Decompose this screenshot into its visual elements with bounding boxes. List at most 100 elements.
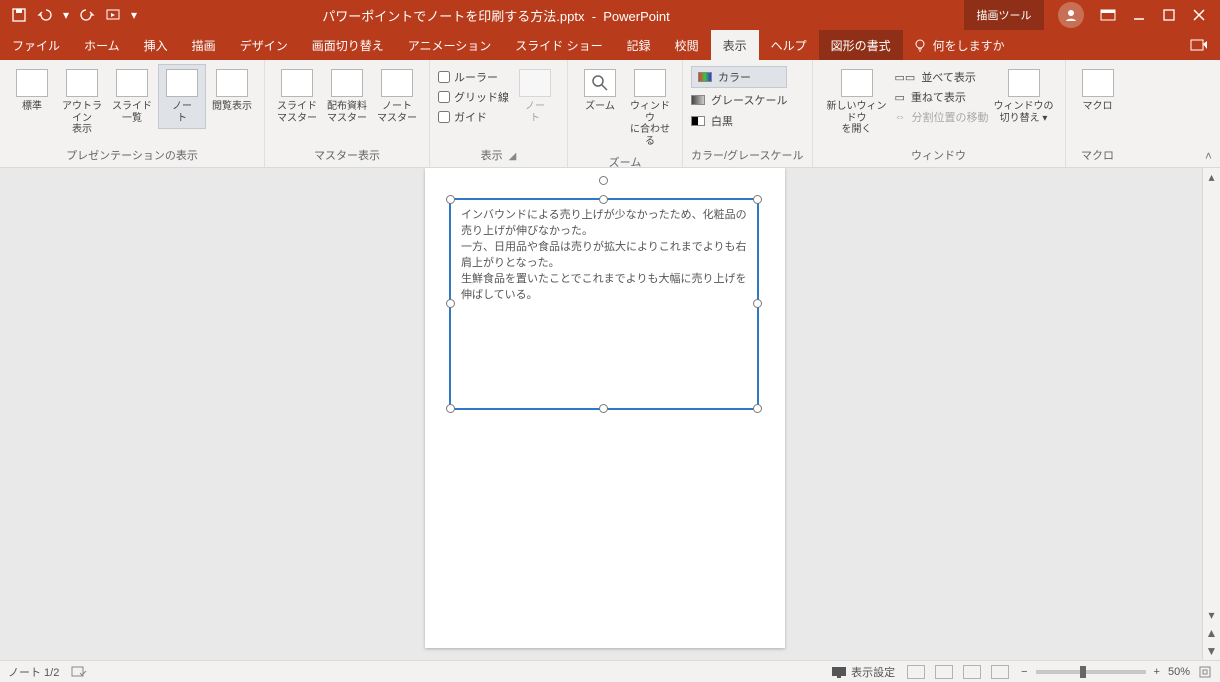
tab-help[interactable]: ヘルプ: [759, 30, 819, 60]
zoom-slider-thumb[interactable]: [1080, 666, 1086, 678]
show-dialog-launcher-icon[interactable]: ◢: [509, 151, 517, 162]
status-bar: ノート 1/2 表示設定 − + 50%: [0, 660, 1220, 682]
next-slide-icon[interactable]: ▼: [1203, 642, 1220, 660]
title-app: PowerPoint: [603, 9, 669, 24]
vertical-scrollbar[interactable]: ▴ ▾ ▲ ▼: [1202, 168, 1220, 660]
resize-handle-s[interactable]: [599, 404, 608, 413]
zoom-in-button[interactable]: +: [1154, 666, 1160, 678]
tab-view[interactable]: 表示: [711, 30, 759, 60]
autosave-icon[interactable]: [10, 6, 28, 24]
scroll-down-icon[interactable]: ▾: [1203, 606, 1220, 624]
resize-handle-se[interactable]: [753, 404, 762, 413]
zoom-percent[interactable]: 50%: [1168, 666, 1190, 678]
zoom-button[interactable]: ズーム: [576, 64, 624, 118]
view-sorter-icon[interactable]: [935, 665, 953, 679]
fit-to-window-button[interactable]: ウィンドウ に合わせる: [626, 64, 674, 152]
ribbon-display-options-icon[interactable]: [1100, 9, 1116, 21]
maximize-icon[interactable]: [1162, 8, 1176, 22]
view-reading-icon[interactable]: [963, 665, 981, 679]
resize-handle-w[interactable]: [446, 299, 455, 308]
resize-handle-ne[interactable]: [753, 195, 762, 204]
cascade-icon: ▭: [895, 91, 905, 104]
tell-me-label: 何をしますか: [933, 37, 1005, 54]
resize-handle-nw[interactable]: [446, 195, 455, 204]
view-normal-icon[interactable]: [907, 665, 925, 679]
tab-animations[interactable]: アニメーション: [396, 30, 504, 60]
page-indicator[interactable]: ノート 1/2: [8, 664, 59, 680]
ruler-checkbox[interactable]: ルーラー: [438, 68, 509, 86]
gridlines-checkbox[interactable]: グリッド線: [438, 88, 509, 106]
ribbon-tabs: ファイル ホーム 挿入 描画 デザイン 画面切り替え アニメーション スライド …: [0, 30, 1220, 60]
view-reading-button[interactable]: 閲覧表示: [208, 64, 256, 118]
group-show: ルーラー グリッド線 ガイド ノー ト 表示◢: [430, 60, 568, 167]
view-slideshow-icon[interactable]: [991, 665, 1009, 679]
tab-draw[interactable]: 描画: [180, 30, 228, 60]
macros-button[interactable]: マクロ: [1074, 64, 1122, 118]
tab-design[interactable]: デザイン: [228, 30, 300, 60]
share-icon[interactable]: [1190, 30, 1220, 60]
switch-windows-button[interactable]: ウィンドウの 切り替え ▾: [991, 64, 1057, 129]
move-split-button: ⇔分割位置の移動: [895, 108, 989, 126]
tab-review[interactable]: 校閲: [663, 30, 711, 60]
zoom-out-button[interactable]: −: [1021, 666, 1027, 678]
collapse-ribbon-icon[interactable]: ˄: [1205, 149, 1212, 163]
view-normal-button[interactable]: 標準: [8, 64, 56, 118]
tab-home[interactable]: ホーム: [72, 30, 132, 60]
minimize-icon[interactable]: [1132, 8, 1146, 22]
redo-icon[interactable]: [78, 6, 96, 24]
spellcheck-icon[interactable]: [71, 665, 87, 679]
color-button[interactable]: カラー: [691, 66, 787, 88]
tab-record[interactable]: 記録: [615, 30, 663, 60]
lightbulb-icon: [913, 38, 927, 52]
group-label-window: ウィンドウ: [821, 145, 1057, 167]
group-label-macros: マクロ: [1074, 145, 1122, 167]
editing-canvas[interactable]: インバウンドによる売り上げが少なかったため、化粧品の売り上げが伸びなかった。 一…: [0, 168, 1202, 660]
rotate-handle-icon[interactable]: [596, 168, 614, 170]
undo-dropdown-icon[interactable]: ▾: [62, 6, 70, 24]
notes-pane-button: ノー ト: [511, 64, 559, 129]
fit-window-icon[interactable]: [1198, 665, 1212, 679]
view-outline-button[interactable]: アウトライン 表示: [58, 64, 106, 141]
notes-textbox[interactable]: インバウンドによる売り上げが少なかったため、化粧品の売り上げが伸びなかった。 一…: [449, 198, 759, 410]
tab-file[interactable]: ファイル: [0, 30, 72, 60]
undo-icon[interactable]: [36, 6, 54, 24]
cascade-button[interactable]: ▭重ねて表示: [895, 88, 989, 106]
tab-shape-format[interactable]: 図形の書式: [819, 30, 903, 60]
display-settings-button[interactable]: 表示設定: [831, 664, 895, 680]
tab-insert[interactable]: 挿入: [132, 30, 180, 60]
rotate-handle[interactable]: [599, 176, 608, 185]
account-avatar-icon[interactable]: [1058, 2, 1084, 28]
notes-text[interactable]: インバウンドによる売り上げが少なかったため、化粧品の売り上げが伸びなかった。 一…: [451, 200, 757, 312]
tab-transitions[interactable]: 画面切り替え: [300, 30, 396, 60]
resize-handle-n[interactable]: [599, 195, 608, 204]
resize-handle-e[interactable]: [753, 299, 762, 308]
tab-slideshow[interactable]: スライド ショー: [503, 30, 614, 60]
grayscale-button[interactable]: グレースケール: [691, 91, 787, 109]
guides-checkbox[interactable]: ガイド: [438, 108, 509, 126]
title-sep: -: [588, 9, 603, 24]
resize-handle-sw[interactable]: [446, 404, 455, 413]
notes-page: インバウンドによる売り上げが少なかったため、化粧品の売り上げが伸びなかった。 一…: [425, 168, 785, 648]
group-presentation-views: 標準 アウトライン 表示 スライド 一覧 ノー ト 閲覧表示 プレゼンテーション…: [0, 60, 265, 167]
view-sorter-button[interactable]: スライド 一覧: [108, 64, 156, 129]
ribbon: 標準 アウトライン 表示 スライド 一覧 ノー ト 閲覧表示 プレゼンテーション…: [0, 60, 1220, 168]
group-label-show: 表示◢: [438, 145, 559, 167]
scroll-up-icon[interactable]: ▴: [1203, 168, 1220, 186]
view-notes-page-button[interactable]: ノー ト: [158, 64, 206, 129]
group-macros: マクロ マクロ: [1066, 60, 1130, 167]
zoom-slider[interactable]: [1036, 670, 1146, 674]
arrange-all-button[interactable]: ▭▭並べて表示: [895, 68, 989, 86]
group-label-master-views: マスター表示: [273, 145, 421, 167]
black-white-button[interactable]: 白黒: [691, 112, 787, 130]
prev-slide-icon[interactable]: ▲: [1203, 624, 1220, 642]
handout-master-button[interactable]: 配布資料 マスター: [323, 64, 371, 129]
qat-more-icon[interactable]: ▾: [130, 6, 138, 24]
start-from-beginning-icon[interactable]: [104, 6, 122, 24]
slide-master-button[interactable]: スライド マスター: [273, 64, 321, 129]
group-color-grayscale: カラー グレースケール 白黒 カラー/グレースケール: [683, 60, 813, 167]
close-icon[interactable]: [1192, 8, 1206, 22]
tell-me[interactable]: 何をしますか: [913, 30, 1005, 60]
notes-master-button[interactable]: ノート マスター: [373, 64, 421, 129]
group-label-color: カラー/グレースケール: [691, 145, 804, 167]
new-window-button[interactable]: 新しいウィンドウ を開く: [821, 64, 893, 141]
